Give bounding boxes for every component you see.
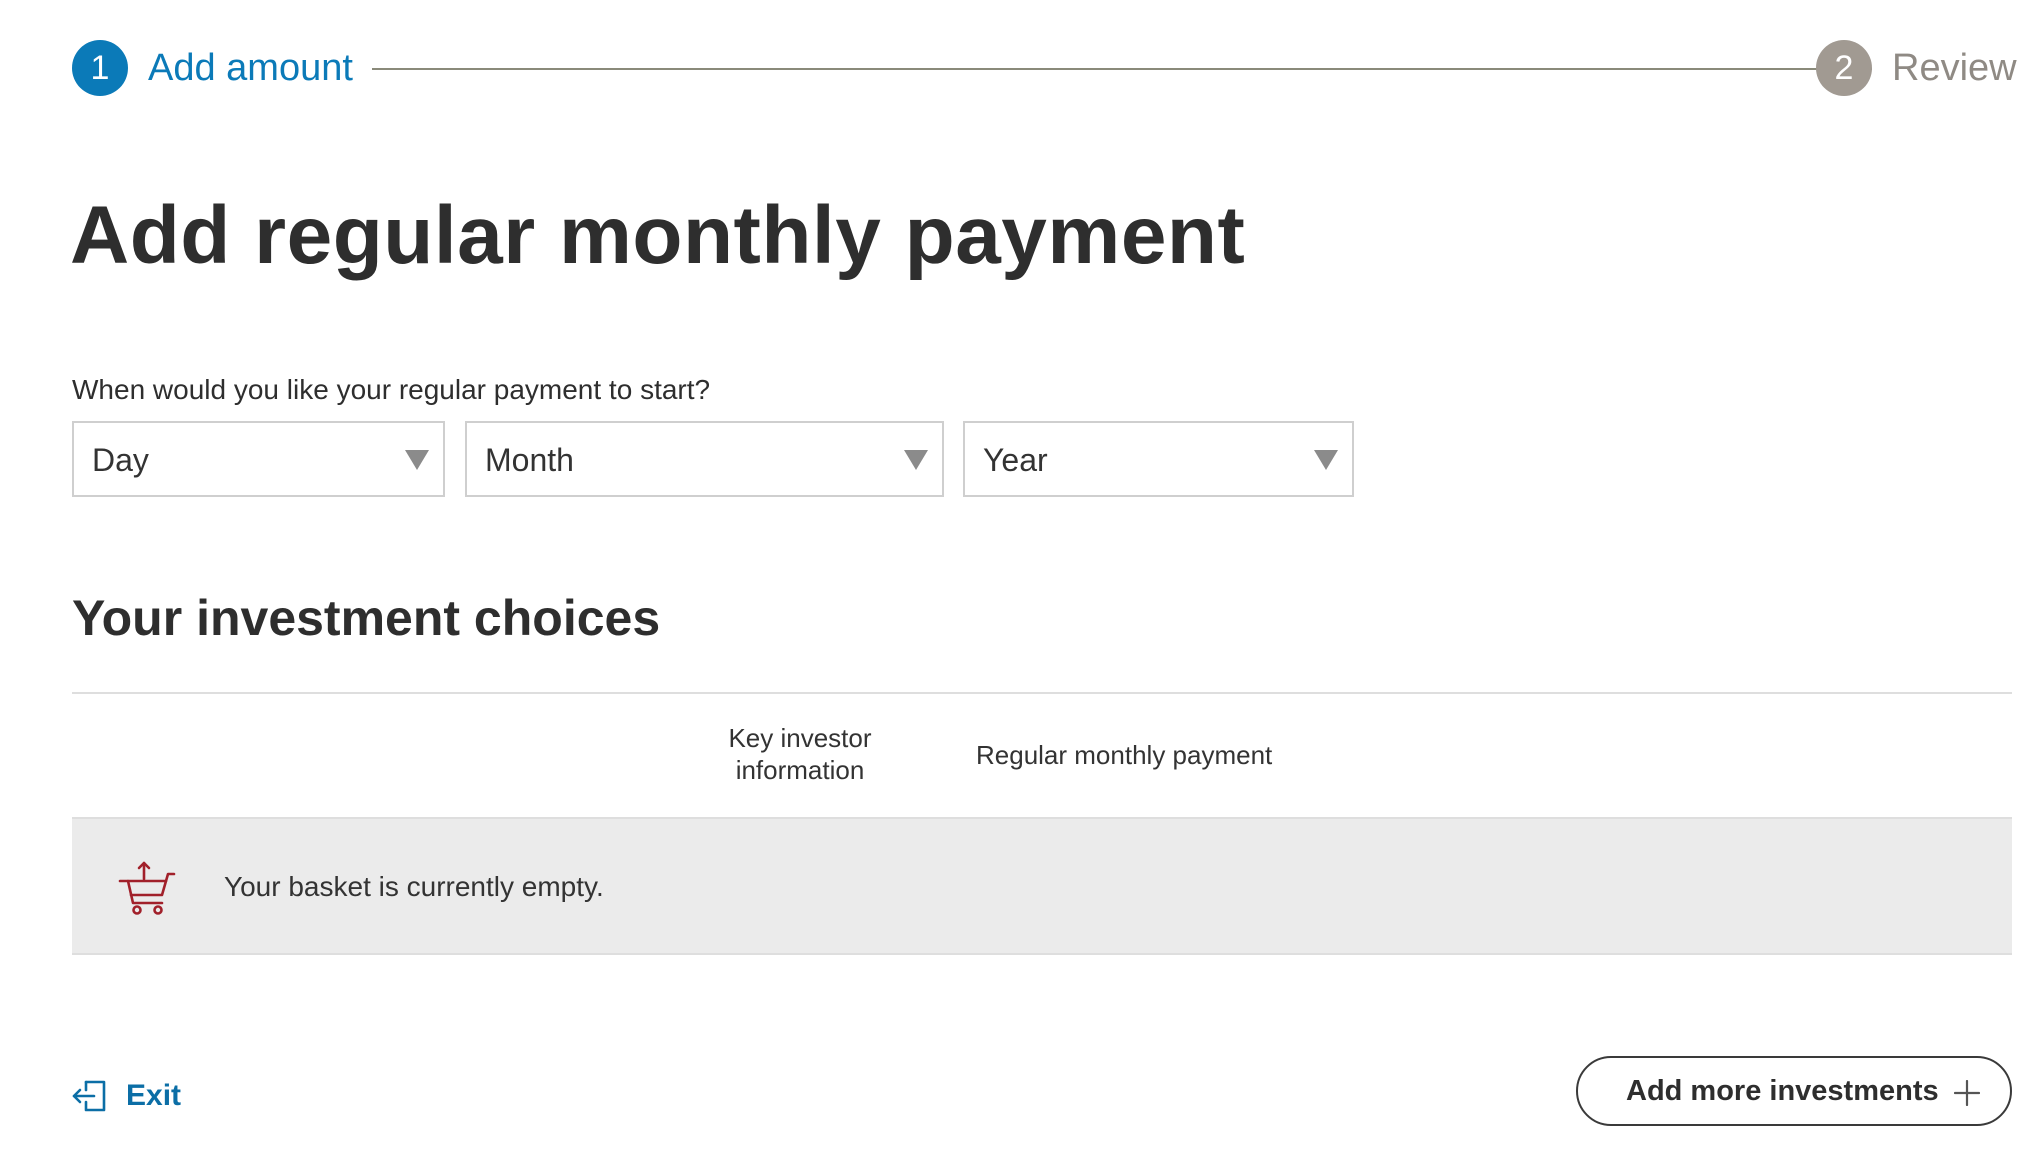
year-select[interactable]: Year <box>963 421 1354 497</box>
page-title: Add regular monthly payment <box>70 190 1246 281</box>
add-more-investments-label: Add more investments <box>1626 1074 1939 1107</box>
empty-basket-message: Your basket is currently empty. <box>224 871 604 902</box>
start-date-question: When would you like your regular payment… <box>72 374 711 405</box>
empty-basket-row: Your basket is currently empty. <box>72 819 2012 953</box>
day-select[interactable]: Day <box>72 421 445 497</box>
day-select-value: Day <box>92 442 149 478</box>
shopping-basket-icon <box>118 861 176 915</box>
progress-stepper: 1 Add amount 2 Review <box>72 38 2017 98</box>
exit-label: Exit <box>126 1079 182 1112</box>
exit-icon <box>72 1080 106 1112</box>
investment-choices-heading: Your investment choices <box>72 590 661 646</box>
chevron-down-icon <box>1314 450 1338 470</box>
chevron-down-icon <box>904 450 928 470</box>
month-select-value: Month <box>485 442 574 478</box>
year-select-value: Year <box>983 442 1048 478</box>
step-2-number: 2 <box>1816 40 1872 96</box>
step-2-label: Review <box>1892 47 2017 89</box>
column-header-regular-monthly-payment: Regular monthly payment <box>976 740 1273 770</box>
plus-icon <box>1954 1080 1980 1106</box>
chevron-down-icon <box>405 450 429 470</box>
table-divider <box>72 953 2012 955</box>
stepper-connector-line <box>372 68 1872 70</box>
exit-link[interactable]: Exit <box>72 1076 181 1116</box>
month-select[interactable]: Month <box>465 421 944 497</box>
add-more-investments-button[interactable]: Add more investments <box>1576 1056 2012 1126</box>
step-1-number: 1 <box>72 40 128 96</box>
step-1-label: Add amount <box>148 47 353 89</box>
table-divider <box>72 692 2012 694</box>
column-header-key-investor-information: Key investor information <box>728 723 872 785</box>
